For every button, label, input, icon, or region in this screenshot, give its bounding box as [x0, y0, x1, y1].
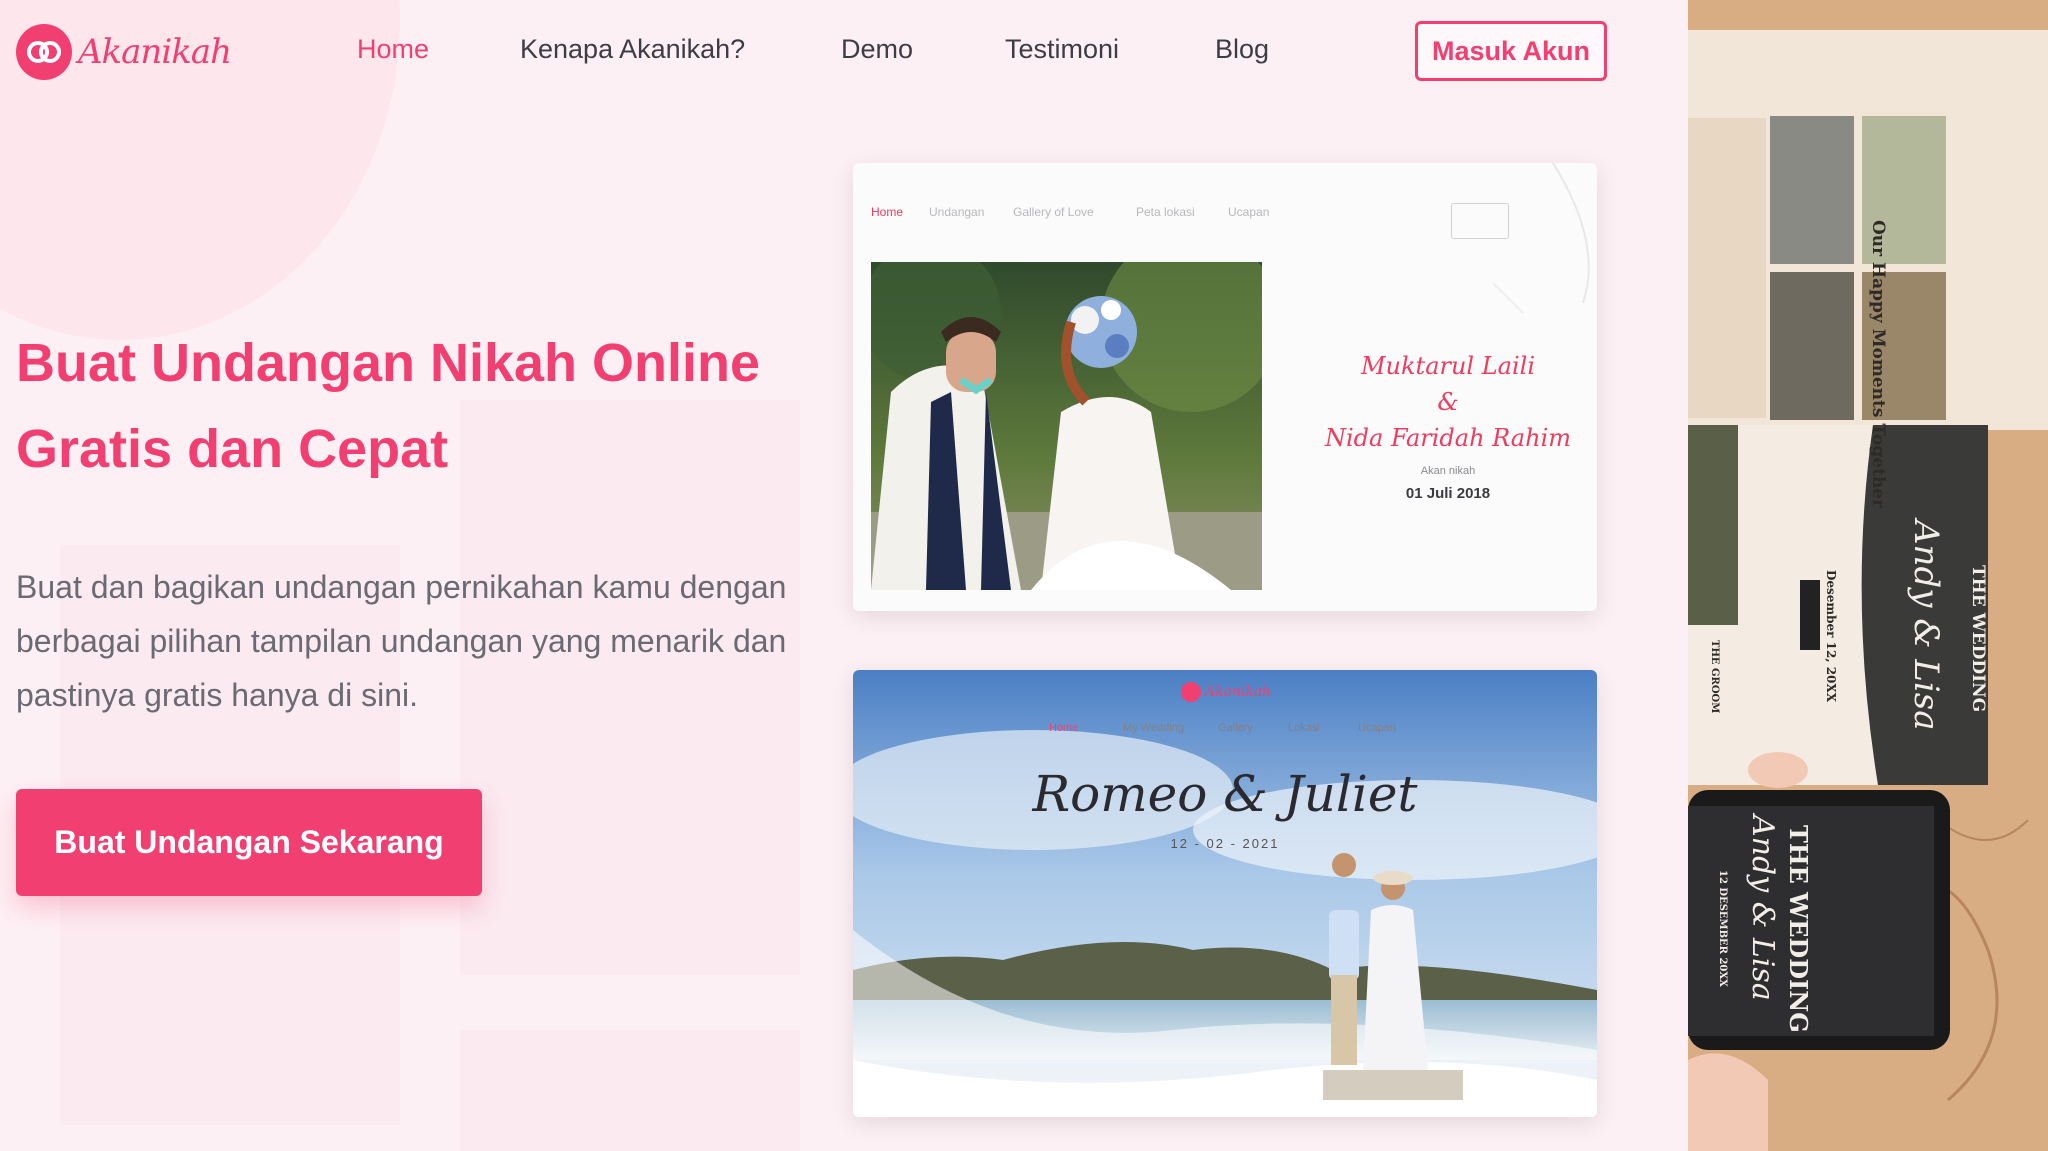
phone-wedding-heading: THE WEDDING	[1784, 825, 1813, 1033]
landing-page: Akanikah Home Kenapa Akanikah? Demo Test…	[0, 0, 1688, 1151]
preview-nav-item: Home	[871, 205, 904, 219]
groom-name: Muktarul Laili	[1360, 352, 1536, 380]
preview-nav-item: Lokasi	[1288, 722, 1320, 734]
hero-title-line: Buat Undangan Nikah Online	[16, 333, 761, 393]
preview-nav-item: Home	[1049, 722, 1079, 734]
collage-background	[1688, 0, 2048, 1151]
nav-blog[interactable]: Blog	[1215, 34, 1269, 65]
rings-icon	[1181, 682, 1201, 702]
hero-title-line: Gratis dan Cepat	[16, 419, 449, 479]
hero-description: Buat dan bagikan undangan pernikahan kam…	[16, 560, 896, 722]
phone-date: 12 DESEMBER 20XX	[1717, 870, 1728, 987]
preview-nav-item: Ucapan	[1358, 722, 1396, 734]
groom-label: THE GROOM	[1709, 640, 1720, 714]
preview-nav-item: Undangan	[929, 205, 985, 219]
login-button[interactable]: Masuk Akun	[1415, 21, 1607, 81]
wedding-date: 12 - 02 - 2021	[1170, 836, 1280, 851]
template-preview-1[interactable]: Home Undangan Gallery of Love Peta lokas…	[853, 163, 1597, 611]
template-mockup-collage: Our Happy Moments Together Desember 12, …	[1688, 0, 2048, 1151]
decorative-block	[460, 1030, 800, 1151]
decorative-line	[1493, 163, 1590, 313]
preview-nav-item: Gallery of Love	[1013, 205, 1094, 219]
phone-couple-script: Andy & Lisa	[1745, 815, 1780, 1001]
hero-title: Buat Undangan Nikah Online Gratis dan Ce…	[16, 320, 836, 492]
wedding-date-vertical: Desember 12, 20XX	[1824, 570, 1838, 703]
couple-photo	[871, 262, 1262, 590]
brand-logo[interactable]: Akanikah	[16, 24, 232, 80]
template-preview-2[interactable]: Akanikah Home My Wedding Gallery Lokasi …	[853, 670, 1597, 1117]
wedding-date: 01 Juli 2018	[1405, 485, 1491, 502]
preview-nav-item: My Wedding	[1123, 722, 1184, 734]
create-invitation-button[interactable]: Buat Undangan Sekarang	[16, 789, 482, 896]
preview-logo: Akanikah	[1181, 682, 1271, 702]
beach-photo	[853, 670, 1597, 1117]
ampersand: &	[1437, 388, 1459, 416]
moments-heading: Our Happy Moments Together	[1868, 220, 1888, 509]
nav-testimoni[interactable]: Testimoni	[1005, 34, 1119, 65]
bride-name: Nida Faridah Rahim	[1324, 424, 1572, 452]
nav-why[interactable]: Kenapa Akanikah?	[520, 34, 745, 65]
rings-icon	[16, 24, 72, 80]
couple-title: Romeo & Juliet	[1032, 765, 1418, 823]
wedding-heading: THE WEDDING	[1968, 565, 1988, 713]
couple-names: Muktarul Laili & Nida Faridah Rahim	[1323, 348, 1573, 456]
hero-desc-line: berbagai pilihan tampilan undangan yang …	[16, 623, 787, 659]
nav-demo[interactable]: Demo	[841, 34, 913, 65]
brand-name: Akanikah	[78, 32, 232, 72]
wedding-label: Akan nikah	[1420, 465, 1476, 477]
hero-desc-line: Buat dan bagikan undangan pernikahan kam…	[16, 569, 787, 605]
preview-brand: Akanikah	[1205, 684, 1272, 700]
couple-script: Andy & Lisa	[1906, 520, 1946, 731]
nav-home[interactable]: Home	[357, 34, 429, 65]
preview-nav-item: Peta lokasi	[1136, 205, 1195, 219]
preview-nav-item: Ucapan	[1228, 205, 1270, 219]
hero-desc-line: pastinya gratis hanya di sini.	[16, 677, 418, 713]
preview-nav-item: Gallery	[1218, 722, 1253, 734]
